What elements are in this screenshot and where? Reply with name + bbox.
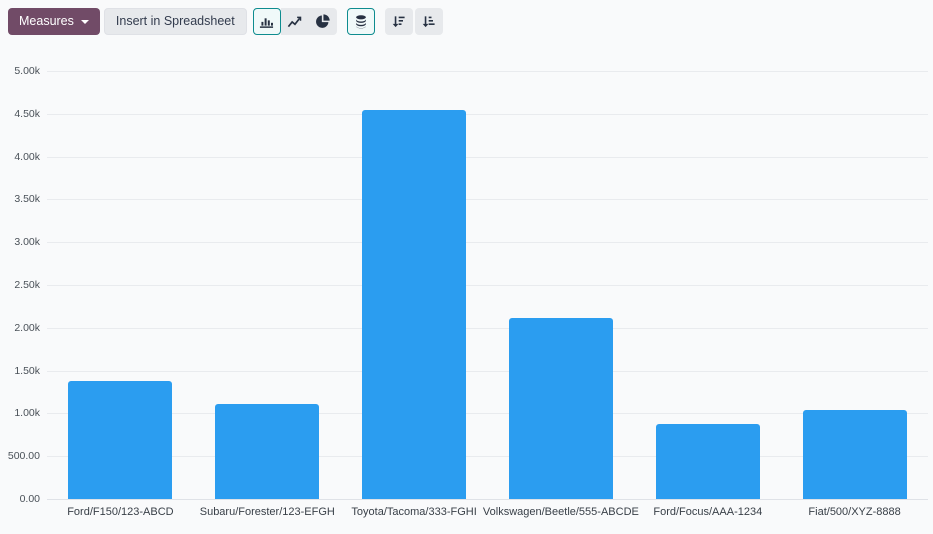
y-axis-tick-label: 1.50k xyxy=(0,365,40,377)
y-axis-tick-label: 3.00k xyxy=(0,236,40,248)
line-chart-icon xyxy=(287,14,302,29)
chart-type-button-group xyxy=(253,8,337,35)
gridline xyxy=(47,328,928,329)
gridline xyxy=(47,114,928,115)
x-axis-category-label: Ford/F150/123-ABCD xyxy=(67,506,173,518)
sort-descending-icon xyxy=(391,14,406,29)
measures-button-label: Measures xyxy=(19,14,74,28)
stacked-toggle-button[interactable] xyxy=(347,8,375,35)
stacked-icon xyxy=(354,14,368,29)
y-axis-tick-label: 0.00 xyxy=(0,493,40,505)
measures-button[interactable]: Measures xyxy=(8,8,100,35)
y-axis-tick-label: 500.00 xyxy=(0,450,40,462)
y-axis-tick-label: 2.50k xyxy=(0,279,40,291)
gridline xyxy=(47,285,928,286)
stacked-button-group xyxy=(347,8,375,35)
gridline xyxy=(47,71,928,72)
sort-ascending-button[interactable] xyxy=(415,8,443,35)
y-axis-tick-label: 3.50k xyxy=(0,193,40,205)
bar[interactable] xyxy=(803,410,907,499)
x-axis-category-label: Ford/Focus/AAA-1234 xyxy=(653,506,762,518)
y-axis-tick-label: 4.50k xyxy=(0,108,40,120)
y-axis-tick-label: 2.00k xyxy=(0,322,40,334)
bar[interactable] xyxy=(509,318,613,499)
bar-chart-button[interactable] xyxy=(253,8,281,35)
bar[interactable] xyxy=(68,381,172,499)
gridline xyxy=(47,371,928,372)
x-axis-category-label: Volkswagen/Beetle/555-ABCDE xyxy=(483,506,639,518)
sort-button-group xyxy=(385,8,443,35)
gridline xyxy=(47,157,928,158)
gridline xyxy=(47,499,928,500)
line-chart-button[interactable] xyxy=(281,8,309,35)
gridline xyxy=(47,413,928,414)
bar[interactable] xyxy=(656,424,760,499)
bar[interactable] xyxy=(362,110,466,499)
gridline xyxy=(47,199,928,200)
bar[interactable] xyxy=(215,404,319,499)
graph-view: Measures Insert in Spreadsheet xyxy=(0,0,933,534)
bar-chart-icon xyxy=(259,14,274,29)
y-axis-tick-label: 4.00k xyxy=(0,151,40,163)
caret-down-icon xyxy=(81,20,89,24)
x-axis-category-label: Subaru/Forester/123-EFGH xyxy=(200,506,335,518)
insert-in-spreadsheet-button[interactable]: Insert in Spreadsheet xyxy=(104,8,247,35)
pie-chart-button[interactable] xyxy=(309,8,337,35)
x-axis-category-label: Fiat/500/XYZ-8888 xyxy=(808,506,900,518)
y-axis-tick-label: 5.00k xyxy=(0,65,40,77)
y-axis-tick-label: 1.00k xyxy=(0,407,40,419)
sort-ascending-icon xyxy=(421,14,436,29)
graph-toolbar: Measures Insert in Spreadsheet xyxy=(0,0,933,42)
pie-chart-icon xyxy=(315,14,330,29)
x-axis-category-label: Toyota/Tacoma/333-FGHI xyxy=(351,506,476,518)
bar-chart: 0.00 500.00 1.00k 1.50k 2.00k 2.50k 3.00k 3.50k… xyxy=(0,55,933,534)
sort-descending-button[interactable] xyxy=(385,8,413,35)
gridline xyxy=(47,456,928,457)
gridline xyxy=(47,242,928,243)
